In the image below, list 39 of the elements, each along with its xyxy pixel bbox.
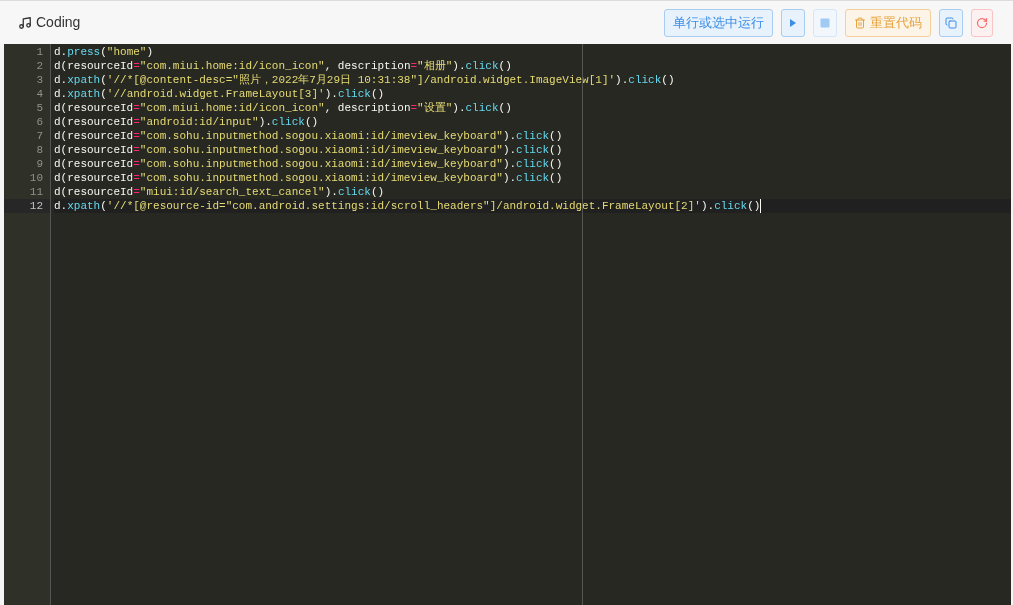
play-icon <box>790 18 796 27</box>
trash-icon <box>854 16 866 29</box>
code-line: d(resourceId="com.sohu.inputmethod.sogou.xiaomi:id/imeview_keyboard").click() <box>54 157 563 171</box>
stop-button[interactable] <box>813 8 837 37</box>
code-line: d(resourceId="miui:id/search_text_cancel").click() <box>54 185 385 199</box>
code-line: d.xpath('//android.widget.FrameLayout[3]').click() <box>54 87 385 101</box>
line-number: 6 <box>36 116 43 128</box>
line-number: 1 <box>36 46 43 58</box>
code-line: d.xpath('//*[@resource-id="com.android.settings:id/scroll_headers"]/android.widget.FrameLayout[2]').click() <box>54 199 761 213</box>
music-note-icon <box>18 15 32 30</box>
line-number: 5 <box>36 102 43 114</box>
code-line: d(resourceId="com.sohu.inputmethod.sogou.xiaomi:id/imeview_keyboard").click() <box>54 129 563 143</box>
code-line: d(resourceId="com.sohu.inputmethod.sogou.xiaomi:id/imeview_keyboard").click() <box>54 143 563 157</box>
code-line: d(resourceId="com.sohu.inputmethod.sogou.xiaomi:id/imeview_keyboard").click() <box>54 171 563 185</box>
run-button[interactable] <box>781 8 805 37</box>
line-number: 8 <box>36 144 43 156</box>
line-number: 3 <box>36 74 43 86</box>
reload-icon <box>976 16 988 29</box>
stop-icon <box>819 16 831 29</box>
reset-code-button[interactable]: 重置代码 <box>845 8 931 37</box>
copy-button[interactable] <box>939 8 963 37</box>
panel-title: Coding <box>36 13 81 32</box>
code-editor[interactable] <box>4 44 1011 605</box>
line-number: 12 <box>29 200 43 212</box>
copy-icon <box>945 16 957 29</box>
line-number: 9 <box>36 158 43 170</box>
code-line: d(resourceId="com.miui.home:id/icon_icon", description="设置").click() <box>54 101 512 115</box>
code-line: d(resourceId="android:id/input").click() <box>54 115 319 129</box>
run-selection-button[interactable]: 单行或选中运行 <box>664 8 773 37</box>
text-cursor <box>760 199 762 213</box>
code-line: d(resourceId="com.miui.home:id/icon_icon", description="相册").click() <box>54 59 512 73</box>
code-line: d.xpath('//*[@content-desc="照片，2022年7月29日 10:31:38"]/android.widget.ImageView[1]').click() <box>54 73 675 87</box>
line-number: 2 <box>36 60 43 72</box>
reload-button[interactable] <box>971 8 993 37</box>
line-number: 10 <box>29 172 43 184</box>
line-number: 4 <box>36 88 43 100</box>
code-line: d.press("home") <box>54 45 154 59</box>
line-number: 11 <box>29 186 43 198</box>
line-number: 7 <box>36 130 43 142</box>
